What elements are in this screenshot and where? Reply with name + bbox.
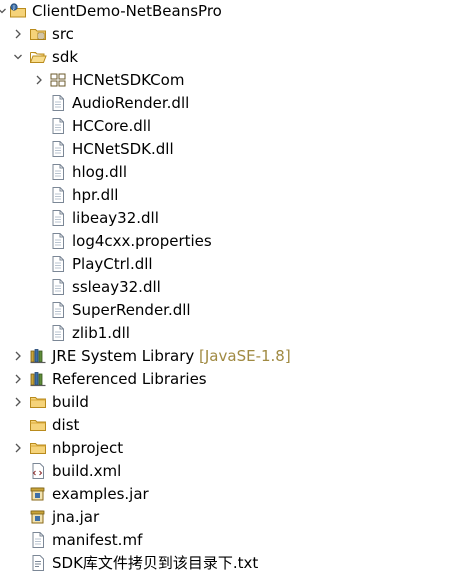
tree-item-label: JRE System Library [JavaSE-1.8] <box>52 347 291 366</box>
chevron-down-icon[interactable] <box>0 4 8 18</box>
tree-item-label: log4cxx.properties <box>72 232 212 250</box>
file-icon <box>49 232 67 250</box>
tree-item-label: build <box>52 393 89 411</box>
tree-item-label: sdk <box>52 48 79 66</box>
library-name: JRE System Library <box>52 347 195 365</box>
library-version-decoration: [JavaSE-1.8] <box>199 347 291 365</box>
package-folder-icon <box>49 71 67 89</box>
chevron-right-icon[interactable] <box>33 73 45 87</box>
tree-item-dist[interactable]: dist <box>0 414 462 437</box>
tree-item-label: HCNetSDKCom <box>72 71 185 89</box>
tree-item-file[interactable]: HCCore.dll <box>0 115 462 138</box>
tree-item-label: libeay32.dll <box>72 209 159 227</box>
tree-item-src[interactable]: src <box>0 23 462 46</box>
tree-item-label: hpr.dll <box>72 186 119 204</box>
file-icon <box>49 278 67 296</box>
chevron-right-icon[interactable] <box>12 372 24 386</box>
xml-file-icon <box>29 462 47 480</box>
folder-icon <box>29 393 47 411</box>
jar-file-icon <box>29 485 47 503</box>
tree-item-label: SuperRender.dll <box>72 301 191 319</box>
tree-item-file[interactable]: HCNetSDK.dll <box>0 138 462 161</box>
tree-item-file[interactable]: log4cxx.properties <box>0 230 462 253</box>
tree-item-label: examples.jar <box>52 485 149 503</box>
tree-item-jre-system-library[interactable]: JRE System Library [JavaSE-1.8] <box>0 345 462 368</box>
tree-item-label: src <box>52 25 74 43</box>
tree-item-examples-jar[interactable]: examples.jar <box>0 483 462 506</box>
tree-item-label: nbproject <box>52 439 124 457</box>
tree-item-label: build.xml <box>52 462 122 480</box>
tree-item-label: AudioRender.dll <box>72 94 190 112</box>
tree-item-label: ClientDemo-NetBeansPro <box>32 2 222 20</box>
file-icon <box>49 301 67 319</box>
tree-item-label: HCNetSDK.dll <box>72 140 174 158</box>
tree-item-file[interactable]: libeay32.dll <box>0 207 462 230</box>
folder-icon <box>29 439 47 457</box>
tree-item-build-xml[interactable]: build.xml <box>0 460 462 483</box>
tree-item-label: ssleay32.dll <box>72 278 161 296</box>
chevron-right-icon[interactable] <box>12 349 24 363</box>
library-icon <box>29 370 47 388</box>
tree-item-label: manifest.mf <box>52 531 143 549</box>
tree-item-manifest[interactable]: manifest.mf <box>0 529 462 552</box>
folder-icon <box>29 416 47 434</box>
tree-item-file[interactable]: PlayCtrl.dll <box>0 253 462 276</box>
file-icon <box>49 186 67 204</box>
file-icon <box>49 140 67 158</box>
project-explorer-tree: ClientDemo-NetBeansPro src sdk HCNetSDKC… <box>0 0 462 572</box>
tree-item-label: SDK库文件拷贝到该目录下.txt <box>52 554 259 572</box>
tree-item-file[interactable]: ssleay32.dll <box>0 276 462 299</box>
tree-item-label: hlog.dll <box>72 163 127 181</box>
tree-item-build[interactable]: build <box>0 391 462 414</box>
jar-file-icon <box>29 508 47 526</box>
tree-item-file[interactable]: AudioRender.dll <box>0 92 462 115</box>
tree-item-label: HCCore.dll <box>72 117 152 135</box>
tree-item-label: dist <box>52 416 80 434</box>
tree-item-file[interactable]: SuperRender.dll <box>0 299 462 322</box>
chevron-right-icon[interactable] <box>12 395 24 409</box>
chevron-right-icon[interactable] <box>12 27 24 41</box>
tree-item-file[interactable]: hlog.dll <box>0 161 462 184</box>
file-icon <box>49 324 67 342</box>
tree-item-nbproject[interactable]: nbproject <box>0 437 462 460</box>
file-icon <box>49 255 67 273</box>
file-icon <box>49 209 67 227</box>
tree-item-label: Referenced Libraries <box>52 370 207 388</box>
file-icon <box>49 94 67 112</box>
file-icon <box>29 531 47 549</box>
chevron-right-icon[interactable] <box>12 441 24 455</box>
tree-item-label: jna.jar <box>52 508 100 526</box>
tree-item-label: PlayCtrl.dll <box>72 255 153 273</box>
text-file-icon <box>29 554 47 572</box>
tree-item-label: zlib1.dll <box>72 324 130 342</box>
tree-item-sdk[interactable]: sdk <box>0 46 462 69</box>
file-icon <box>49 163 67 181</box>
tree-item-referenced-libraries[interactable]: Referenced Libraries <box>0 368 462 391</box>
chevron-down-icon[interactable] <box>12 50 24 64</box>
folder-open-icon <box>29 48 47 66</box>
java-project-icon <box>9 2 27 20</box>
library-icon <box>29 347 47 365</box>
tree-item-file[interactable]: hpr.dll <box>0 184 462 207</box>
source-folder-icon <box>29 25 47 43</box>
tree-item-project[interactable]: ClientDemo-NetBeansPro <box>0 0 462 23</box>
tree-item-hcnetsdkcom[interactable]: HCNetSDKCom <box>0 69 462 92</box>
tree-item-jna-jar[interactable]: jna.jar <box>0 506 462 529</box>
file-icon <box>49 117 67 135</box>
tree-item-file[interactable]: zlib1.dll <box>0 322 462 345</box>
